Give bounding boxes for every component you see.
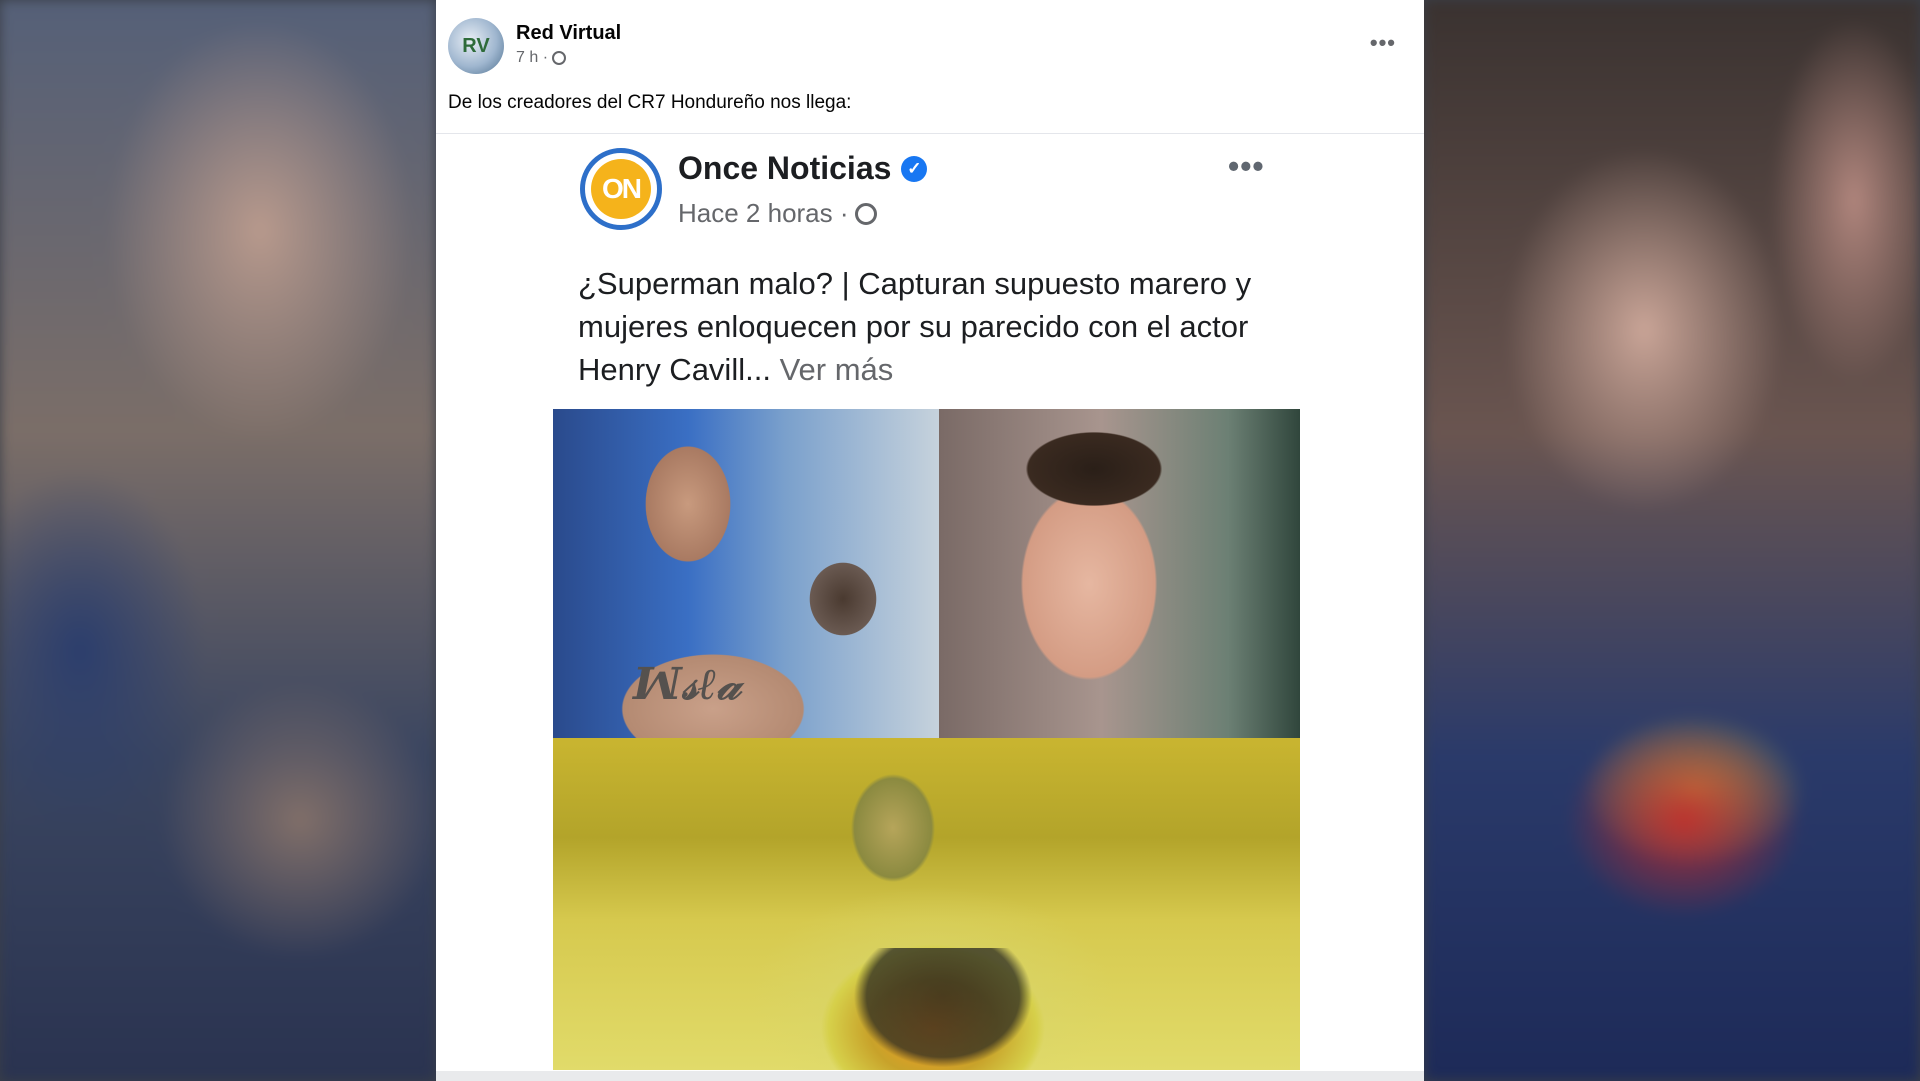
photo-actor-portrait[interactable] bbox=[939, 409, 1300, 738]
embedded-page-title: Once Noticias ✓ bbox=[678, 150, 928, 187]
author-name[interactable]: Red Virtual bbox=[516, 22, 621, 45]
post-meta: 7 h · bbox=[516, 49, 567, 67]
embedded-post-meta: Hace 2 horas · bbox=[678, 198, 877, 229]
post-caption: De los creadores del CR7 Hondureño nos l… bbox=[448, 92, 852, 113]
post-card: RV Red Virtual 7 h · ••• De los creadore… bbox=[436, 0, 1424, 1081]
chest-tattoo: ꟽ𝓈ℓ𝒶 bbox=[633, 659, 741, 710]
author-avatar[interactable]: RV bbox=[448, 18, 504, 74]
post-time[interactable]: 7 h · bbox=[516, 49, 548, 67]
embedded-page-name: Once Noticias bbox=[678, 150, 892, 186]
embedded-post-text: ¿Superman malo? | Capturan supuesto mare… bbox=[578, 262, 1298, 391]
globe-icon bbox=[552, 51, 567, 65]
card-bottom-edge bbox=[436, 1071, 1424, 1081]
blurred-background-left bbox=[0, 0, 436, 1081]
embedded-post-time: Hace 2 horas · bbox=[678, 198, 849, 228]
embedded-ellipsis-icon: ••• bbox=[1228, 148, 1265, 184]
once-noticias-logo: ON bbox=[591, 159, 651, 219]
divider bbox=[436, 133, 1424, 134]
photo-animated-superman[interactable] bbox=[553, 738, 1300, 1070]
see-more-link: Ver más bbox=[779, 352, 894, 387]
superman-chest-shape bbox=[853, 948, 1033, 1068]
embedded-globe-icon bbox=[854, 202, 877, 225]
embedded-page-avatar: ON bbox=[580, 148, 662, 230]
verified-badge-icon: ✓ bbox=[901, 155, 928, 182]
ellipsis-horizontal-icon[interactable]: ••• bbox=[1370, 30, 1396, 56]
photo-captured-man[interactable]: ꟽ𝓈ℓ𝒶 bbox=[553, 409, 939, 738]
blurred-background-right bbox=[1424, 0, 1920, 1081]
embedded-post-body: ¿Superman malo? | Capturan supuesto mare… bbox=[578, 266, 1252, 387]
